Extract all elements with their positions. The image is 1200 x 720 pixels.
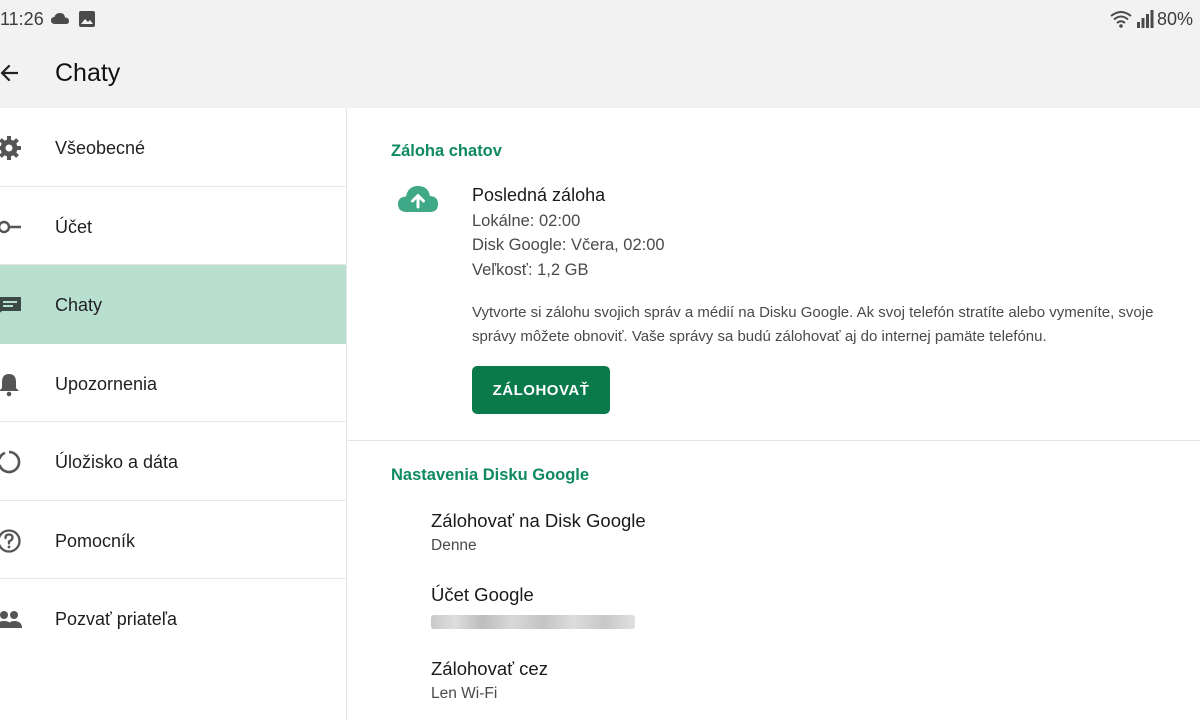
sidebar-item-account[interactable]: Účet	[0, 187, 346, 265]
redacted-email	[431, 615, 635, 629]
sidebar-item-general[interactable]: Všeobecné	[0, 108, 346, 187]
sidebar-item-notifications[interactable]: Upozornenia	[0, 344, 346, 422]
sidebar-item-label: Účet	[55, 216, 93, 237]
backup-button[interactable]: ZÁLOHOVAŤ	[472, 366, 610, 414]
gear-icon	[0, 135, 22, 161]
status-bar: 11:26 80%	[0, 0, 1200, 38]
cloud-icon	[50, 10, 70, 31]
drive-backup-time: Disk Google: Včera, 02:00	[472, 236, 665, 254]
setting-label: Zálohovať na Disk Google	[431, 510, 646, 531]
signal-icon	[1136, 9, 1154, 34]
bell-icon	[0, 371, 22, 397]
arrow-left-icon[interactable]	[0, 61, 20, 85]
settings-sidebar: Všeobecné Účet Chaty Upozornenia Úložisk…	[0, 108, 347, 720]
backup-description: Vytvorte si zálohu svojich správ a médií…	[472, 304, 1154, 345]
people-icon	[0, 606, 22, 632]
image-icon	[78, 10, 96, 33]
chat-icon	[0, 292, 22, 318]
last-backup-label: Posledná záloha	[472, 185, 606, 205]
app-bar: Chaty	[0, 38, 1200, 108]
sidebar-item-label: Pozvať priateľa	[55, 609, 178, 629]
key-icon	[0, 214, 22, 240]
setting-value: Len Wi-Fi	[431, 685, 498, 702]
help-circle-icon	[0, 528, 22, 554]
sidebar-item-label: Všeobecné	[55, 138, 146, 158]
backup-size: Veľkosť: 1,2 GB	[472, 261, 589, 279]
section-title: Záloha chatov	[391, 142, 502, 160]
local-backup-time: Lokálne: 02:00	[472, 212, 581, 230]
wifi-icon	[1110, 10, 1132, 33]
google-account-setting[interactable]: Účet Google	[431, 584, 635, 629]
setting-value: Denne	[431, 537, 477, 554]
sidebar-item-storage[interactable]: Úložisko a dáta	[0, 422, 346, 501]
backup-frequency-setting[interactable]: Zálohovať na Disk Google Denne	[431, 510, 646, 555]
backup-network-setting[interactable]: Zálohovať cez Len Wi-Fi	[431, 658, 548, 703]
setting-label: Zálohovať cez	[431, 658, 548, 679]
sidebar-item-label: Pomocník	[55, 530, 136, 551]
sidebar-item-label: Chaty	[55, 295, 103, 315]
page-title: Chaty	[55, 59, 121, 87]
storage-circle-icon	[0, 449, 22, 475]
section-divider	[348, 440, 1200, 441]
chat-backup-panel: Záloha chatov Posledná záloha Lokálne: 0…	[348, 108, 1200, 720]
sidebar-item-label: Úložisko a dáta	[55, 452, 179, 472]
battery-percentage: 80%	[1157, 9, 1194, 29]
setting-label: Účet Google	[431, 584, 534, 605]
sidebar-item-chats[interactable]: Chaty	[0, 265, 346, 344]
cloud-upload-icon	[397, 184, 439, 219]
sidebar-item-label: Upozornenia	[55, 373, 158, 394]
status-time: 11:26	[0, 9, 44, 29]
section-title: Nastavenia Disku Google	[391, 466, 590, 484]
sidebar-item-invite[interactable]: Pozvať priateľa	[0, 579, 346, 658]
sidebar-item-help[interactable]: Pomocník	[0, 501, 346, 579]
